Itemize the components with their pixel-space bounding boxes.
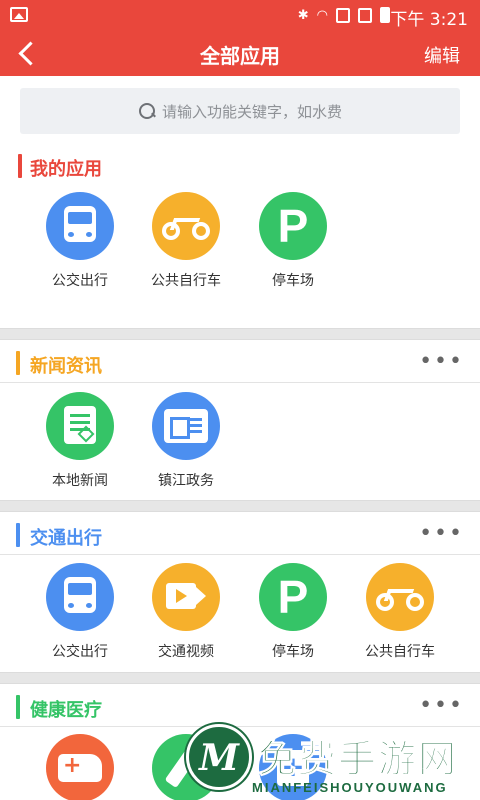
app-local-news[interactable]: 本地新闻 xyxy=(27,392,133,490)
section-title: 健康医疗 xyxy=(30,700,102,721)
bicycle-icon xyxy=(366,563,434,631)
app-label: 公交出行 xyxy=(52,644,108,660)
section-marker xyxy=(16,523,20,547)
app-label: 本地新闻 xyxy=(52,473,108,489)
section-marker xyxy=(18,154,22,178)
watermark: 免费手游网 MIANFEISHOUYOUWANG xyxy=(186,724,480,800)
more-icon[interactable]: ••• xyxy=(419,693,464,718)
watermark-text: 免费手游网 xyxy=(257,736,459,782)
app-health-1[interactable] xyxy=(27,734,133,800)
gallery-icon xyxy=(10,7,28,22)
search-icon xyxy=(138,102,156,120)
more-icon[interactable]: ••• xyxy=(419,521,464,546)
bus-icon xyxy=(46,192,114,260)
section-divider xyxy=(0,328,480,340)
app-bus[interactable]: 公交出行 xyxy=(27,192,133,290)
signal-icon xyxy=(336,7,350,23)
section-title: 新闻资讯 xyxy=(30,356,102,377)
page-title: 全部应用 xyxy=(200,44,280,68)
app-label: 停车场 xyxy=(272,273,314,289)
section-title: 交通出行 xyxy=(30,528,102,549)
section-health-header: 健康医疗 ••• xyxy=(0,685,480,727)
status-icons: ✱ ◠ xyxy=(298,7,390,23)
section-title: 我的应用 xyxy=(30,159,102,180)
app-traffic-video[interactable]: 交通视频 xyxy=(133,563,239,661)
section-marker xyxy=(16,351,20,375)
section-my-apps-header: 我的应用 xyxy=(0,144,480,186)
status-bar: ✱ ◠ 下午 3:21 xyxy=(0,0,480,30)
search-input[interactable]: 请输入功能关键字，如水费 xyxy=(20,88,460,134)
app-label: 公共自行车 xyxy=(151,273,221,289)
section-marker xyxy=(16,695,20,719)
app-public-bike[interactable]: 公共自行车 xyxy=(133,192,239,290)
app-label: 交通视频 xyxy=(158,644,214,660)
watermark-logo-icon xyxy=(186,724,252,790)
section-news-header: 新闻资讯 ••• xyxy=(0,341,480,383)
app-label: 公交出行 xyxy=(52,273,108,289)
news-icon xyxy=(46,392,114,460)
watermark-subtext: MIANFEISHOUYOUWANG xyxy=(252,780,448,795)
nav-bar: 全部应用 编辑 xyxy=(0,30,480,76)
search-placeholder: 请输入功能关键字，如水费 xyxy=(161,102,342,121)
video-icon xyxy=(152,563,220,631)
app-parking[interactable]: P 停车场 xyxy=(240,563,346,661)
bicycle-icon xyxy=(152,192,220,260)
section-traffic-header: 交通出行 ••• xyxy=(0,513,480,555)
section-divider xyxy=(0,672,480,684)
app-gov-affairs[interactable]: 镇江政务 xyxy=(133,392,239,490)
sim-icon xyxy=(358,7,372,23)
app-label: 镇江政务 xyxy=(158,473,214,489)
app-label: 停车场 xyxy=(272,644,314,660)
section-divider xyxy=(0,500,480,512)
ambulance-icon xyxy=(46,734,114,800)
wifi-icon: ◠ xyxy=(316,7,328,23)
bus-icon xyxy=(46,563,114,631)
government-icon xyxy=(152,392,220,460)
app-public-bike[interactable]: 公共自行车 xyxy=(347,563,453,661)
clock: 下午 3:21 xyxy=(390,10,468,30)
parking-icon: P xyxy=(259,563,327,631)
more-icon[interactable]: ••• xyxy=(419,349,464,374)
battery-icon xyxy=(380,7,390,23)
bluetooth-icon: ✱ xyxy=(297,7,309,23)
app-label: 公共自行车 xyxy=(365,644,435,660)
app-bus[interactable]: 公交出行 xyxy=(27,563,133,661)
parking-icon: P xyxy=(259,192,327,260)
app-parking[interactable]: P 停车场 xyxy=(240,192,346,290)
edit-button[interactable]: 编辑 xyxy=(424,42,460,68)
